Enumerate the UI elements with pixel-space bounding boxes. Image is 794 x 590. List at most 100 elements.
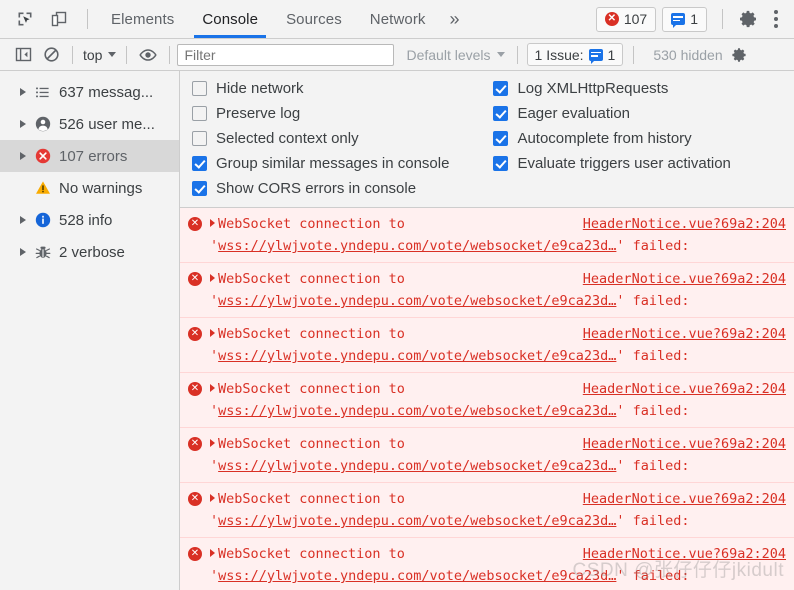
console-settings-gear-icon[interactable] [731,46,747,64]
error-source-link[interactable]: HeaderNotice.vue?69a2:204 [583,268,786,290]
error-icon: ✕ [188,547,202,561]
filter-input[interactable] [177,43,395,66]
console-error-row[interactable]: ✕ WebSocket connection to 'wss://ylwjvot… [180,483,794,538]
panel-tabs: Elements Console Sources Network » [97,0,470,38]
execution-context-selector[interactable]: top [80,47,119,63]
setting-log-xhr[interactable]: Log XMLHttpRequests [493,80,730,97]
error-message-url[interactable]: wss://ylwjvote.yndepu.com/vote/websocket… [218,348,616,364]
error-icon: ✕ [188,492,202,506]
setting-eager-evaluation[interactable]: Eager evaluation [493,105,730,122]
expand-triangle-icon[interactable] [210,439,215,447]
sidebar-item-warnings[interactable]: No warnings [0,172,179,204]
error-message-url[interactable]: wss://ylwjvote.yndepu.com/vote/websocket… [218,403,616,419]
error-source-link[interactable]: HeaderNotice.vue?69a2:204 [583,378,786,400]
error-source-link[interactable]: HeaderNotice.vue?69a2:204 [583,323,786,345]
error-source-link[interactable]: HeaderNotice.vue?69a2:204 [583,488,786,510]
setting-selected-context-only[interactable]: Selected context only [192,130,449,147]
create-live-expression-icon[interactable] [134,42,162,68]
tab-console[interactable]: Console [188,0,272,38]
sidebar-item-verbose[interactable]: 2 verbose [0,236,179,268]
chevron-down-icon [108,52,117,57]
expand-triangle-icon[interactable] [20,152,26,160]
setting-preserve-log[interactable]: Preserve log [192,105,449,122]
error-count-badge[interactable]: ✕ 107 [595,6,657,32]
error-message-url[interactable]: wss://ylwjvote.yndepu.com/vote/websocket… [218,568,616,584]
inspect-cursor-icon[interactable] [10,4,40,34]
setting-autocomplete-history-label: Autocomplete from history [517,130,692,147]
filterbar-divider-4 [516,45,518,64]
error-message-suffix: ' failed: [616,568,690,584]
console-error-row[interactable]: ✕ WebSocket connection to 'wss://ylwjvot… [180,373,794,428]
checkbox-checked-icon[interactable] [493,81,509,96]
sidebar-item-user-messages-label: 526 user me... [59,115,155,133]
tab-elements[interactable]: Elements [97,0,188,38]
setting-hide-network-label: Hide network [216,80,304,97]
warning-icon [34,180,51,197]
error-icon: ✕ [188,272,202,286]
console-error-row[interactable]: ✕ WebSocket connection to 'wss://ylwjvot… [180,538,794,590]
setting-group-similar[interactable]: Group similar messages in console [192,155,449,172]
error-message-url[interactable]: wss://ylwjvote.yndepu.com/vote/websocket… [218,458,616,474]
checkbox-unchecked-icon[interactable] [192,81,207,96]
expand-triangle-icon[interactable] [20,216,26,224]
sidebar-item-messages[interactable]: 637 messag... [0,76,179,108]
setting-evaluate-user-activation[interactable]: Evaluate triggers user activation [493,155,731,172]
console-error-row[interactable]: ✕ WebSocket connection to 'wss://ylwjvot… [180,428,794,483]
checkbox-checked-icon[interactable] [192,181,207,196]
sidebar-item-info-label: 528 info [59,211,113,229]
sidebar-item-info[interactable]: 528 info [0,204,179,236]
setting-hide-network[interactable]: Hide network [192,80,449,97]
error-message-url[interactable]: wss://ylwjvote.yndepu.com/vote/websocket… [218,513,616,529]
expand-triangle-icon[interactable] [210,549,215,557]
log-levels-selector[interactable]: Default levels [406,47,505,63]
message-count-badge[interactable]: 1 [662,6,707,32]
setting-evaluate-user-activation-label: Evaluate triggers user activation [517,155,731,172]
error-source-link[interactable]: HeaderNotice.vue?69a2:204 [583,543,786,565]
setting-autocomplete-history[interactable]: Autocomplete from history [493,130,730,147]
kebab-menu-icon[interactable] [766,8,786,30]
error-message-suffix: ' failed: [616,403,690,419]
device-toolbar-icon[interactable] [44,4,74,34]
tab-sources-label: Sources [286,10,342,28]
filterbar-divider-3 [169,45,171,64]
expand-triangle-icon[interactable] [20,120,26,128]
setting-show-cors-errors[interactable]: Show CORS errors in console [192,180,449,197]
tab-network[interactable]: Network [356,0,440,38]
error-message-url[interactable]: wss://ylwjvote.yndepu.com/vote/websocket… [218,238,616,254]
sidebar-item-verbose-label: 2 verbose [59,243,125,261]
checkbox-checked-icon[interactable] [192,156,207,171]
sidebar-item-user-messages[interactable]: 526 user me... [0,108,179,140]
error-source-link[interactable]: HeaderNotice.vue?69a2:204 [583,433,786,455]
checkbox-unchecked-icon[interactable] [192,106,207,121]
setting-group-similar-label: Group similar messages in console [216,155,450,172]
console-error-row[interactable]: ✕ WebSocket connection to 'wss://ylwjvot… [180,208,794,263]
error-message-suffix: ' failed: [616,348,690,364]
checkbox-checked-icon[interactable] [493,106,509,121]
sidebar-item-errors[interactable]: 107 errors [0,140,179,172]
more-tabs-icon[interactable]: » [440,0,470,38]
expand-triangle-icon[interactable] [210,384,215,392]
expand-triangle-icon[interactable] [210,274,215,282]
issues-badge[interactable]: 1 Issue: 1 [526,43,624,66]
error-source-link[interactable]: HeaderNotice.vue?69a2:204 [583,213,786,235]
devtools-window: Elements Console Sources Network » ✕ 107… [0,0,794,590]
tab-network-label: Network [369,10,426,28]
console-error-row[interactable]: ✕ WebSocket connection to 'wss://ylwjvot… [180,318,794,373]
expand-triangle-icon[interactable] [210,219,215,227]
console-message-list[interactable]: ✕ WebSocket connection to 'wss://ylwjvot… [180,208,794,590]
expand-triangle-icon[interactable] [210,494,215,502]
show-console-sidebar-icon[interactable] [9,42,37,68]
error-message-suffix: ' failed: [616,513,690,529]
expand-triangle-icon[interactable] [20,88,26,96]
checkbox-unchecked-icon[interactable] [192,131,207,146]
error-message-url[interactable]: wss://ylwjvote.yndepu.com/vote/websocket… [218,293,616,309]
checkbox-checked-icon[interactable] [493,131,509,146]
expand-triangle-icon[interactable] [20,248,26,256]
tab-sources[interactable]: Sources [272,0,356,38]
clear-console-icon[interactable] [37,42,65,68]
gear-icon[interactable] [738,8,760,30]
checkbox-checked-icon[interactable] [493,156,509,171]
console-settings-panel: Hide network Preserve log Selected conte… [180,71,794,208]
console-error-row[interactable]: ✕ WebSocket connection to 'wss://ylwjvot… [180,263,794,318]
expand-triangle-icon[interactable] [210,329,215,337]
